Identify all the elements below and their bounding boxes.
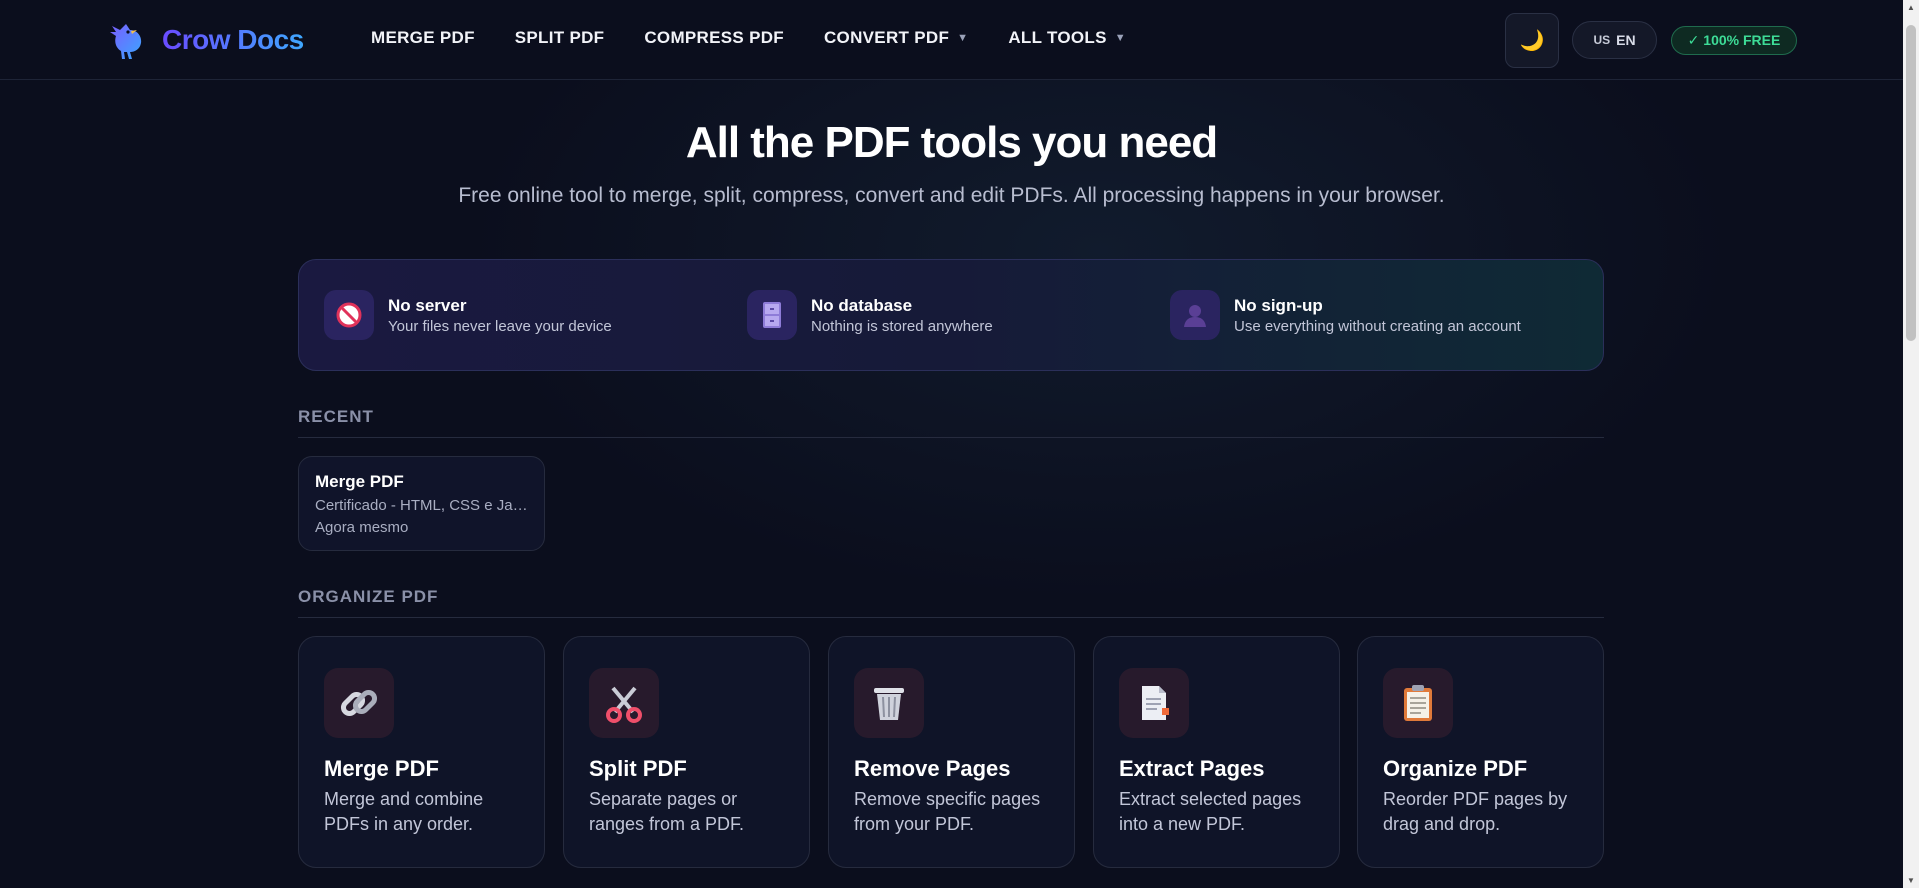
tool-card-remove-pages[interactable]: Remove Pages Remove specific pages from … xyxy=(828,636,1075,868)
nav-compress-pdf[interactable]: COMPRESS PDF xyxy=(644,28,784,48)
tool-card-organize-pdf[interactable]: Organize PDF Reorder PDF pages by drag a… xyxy=(1357,636,1604,868)
page-subtitle: Free online tool to merge, split, compre… xyxy=(458,184,1445,207)
scrollbar-thumb[interactable] xyxy=(1906,25,1916,341)
page-extract-icon xyxy=(1119,668,1189,738)
feature-no-signup: No sign-up Use everything without creati… xyxy=(1170,290,1521,340)
feature-title: No sign-up xyxy=(1234,295,1323,315)
scroll-up-arrow-icon[interactable]: ▲ xyxy=(1906,3,1916,12)
no-entry-icon xyxy=(324,290,374,340)
tool-card-split-pdf[interactable]: Split PDF Separate pages or ranges from … xyxy=(563,636,810,868)
section-divider xyxy=(298,437,1604,438)
page-title: All the PDF tools you need xyxy=(685,118,1218,167)
file-cabinet-icon xyxy=(747,290,797,340)
tool-title: Split PDF xyxy=(589,756,687,781)
tool-title: Remove Pages xyxy=(854,756,1011,781)
tool-description: Reorder PDF pages by drag and drop. xyxy=(1383,789,1568,834)
tool-card-extract-pages[interactable]: Extract Pages Extract selected pages int… xyxy=(1093,636,1340,868)
section-divider xyxy=(298,617,1604,618)
nav-label: COMPRESS PDF xyxy=(644,28,784,47)
nav-convert-pdf[interactable]: CONVERT PDF ▼ xyxy=(824,28,968,48)
recent-item-time: Agora mesmo xyxy=(315,519,409,536)
nav-all-tools[interactable]: ALL TOOLS ▼ xyxy=(1008,28,1126,48)
language-code: EN xyxy=(1616,32,1636,48)
recent-item[interactable]: Merge PDF Certificado - HTML, CSS e Java… xyxy=(298,456,545,551)
theme-toggle-button[interactable]: 🌙 xyxy=(1505,13,1559,68)
us-flag-icon: US xyxy=(1593,33,1611,47)
scissors-icon xyxy=(589,668,659,738)
chevron-down-icon: ▼ xyxy=(1114,32,1126,44)
nav-label: SPLIT PDF xyxy=(514,28,605,47)
tool-description: Remove specific pages from your PDF. xyxy=(854,789,1041,834)
brand-name: Crow Docs xyxy=(162,24,304,55)
section-label-organize: ORGANIZE PDF xyxy=(298,587,439,606)
tool-title: Extract Pages xyxy=(1119,756,1265,781)
moon-icon: 🌙 xyxy=(1519,30,1545,52)
tool-description: Extract selected pages into a new PDF. xyxy=(1119,789,1302,834)
free-badge: ✓ 100% FREE xyxy=(1671,26,1797,55)
feature-desc: Your files never leave your device xyxy=(388,317,612,335)
tool-card-merge-pdf[interactable]: Merge PDF Merge and combine PDFs in any … xyxy=(298,636,545,868)
feature-no-server: No server Your files never leave your de… xyxy=(324,290,612,340)
nav-label: CONVERT PDF xyxy=(823,28,950,47)
feature-desc: Use everything without creating an accou… xyxy=(1234,317,1521,335)
feature-desc: Nothing is stored anywhere xyxy=(811,317,993,335)
feature-title: No database xyxy=(811,295,913,315)
main-nav: MERGE PDF SPLIT PDF COMPRESS PDF CONVERT… xyxy=(371,28,1166,48)
scroll-down-arrow-icon[interactable]: ▼ xyxy=(1906,876,1916,885)
feature-title: No server xyxy=(388,295,467,315)
link-icon xyxy=(324,668,394,738)
user-silhouette-icon xyxy=(1170,290,1220,340)
section-label-recent: RECENT xyxy=(298,407,374,426)
top-navbar: Crow Docs MERGE PDF SPLIT PDF COMPRESS P… xyxy=(0,0,1903,80)
tool-description: Separate pages or ranges from a PDF. xyxy=(589,789,745,834)
crow-bird-icon xyxy=(110,24,142,59)
recent-item-filename: Certificado - HTML, CSS e JavaScript xyxy=(315,497,528,514)
trash-icon xyxy=(854,668,924,738)
tool-title: Merge PDF xyxy=(324,756,439,781)
tool-description: Merge and combine PDFs in any order. xyxy=(324,789,484,834)
nav-merge-pdf[interactable]: MERGE PDF xyxy=(371,28,475,48)
features-banner: No server Your files never leave your de… xyxy=(298,259,1604,371)
language-selector[interactable]: US EN xyxy=(1572,21,1657,59)
feature-no-database: No database Nothing is stored anywhere xyxy=(747,290,993,340)
clipboard-icon xyxy=(1383,668,1453,738)
tool-title: Organize PDF xyxy=(1383,756,1528,781)
chevron-down-icon: ▼ xyxy=(957,32,969,44)
nav-label: ALL TOOLS xyxy=(1008,28,1107,47)
nav-label: MERGE PDF xyxy=(371,28,475,47)
recent-item-title: Merge PDF xyxy=(315,472,404,491)
nav-split-pdf[interactable]: SPLIT PDF xyxy=(515,28,605,48)
brand-logo[interactable]: Crow Docs xyxy=(106,18,304,62)
